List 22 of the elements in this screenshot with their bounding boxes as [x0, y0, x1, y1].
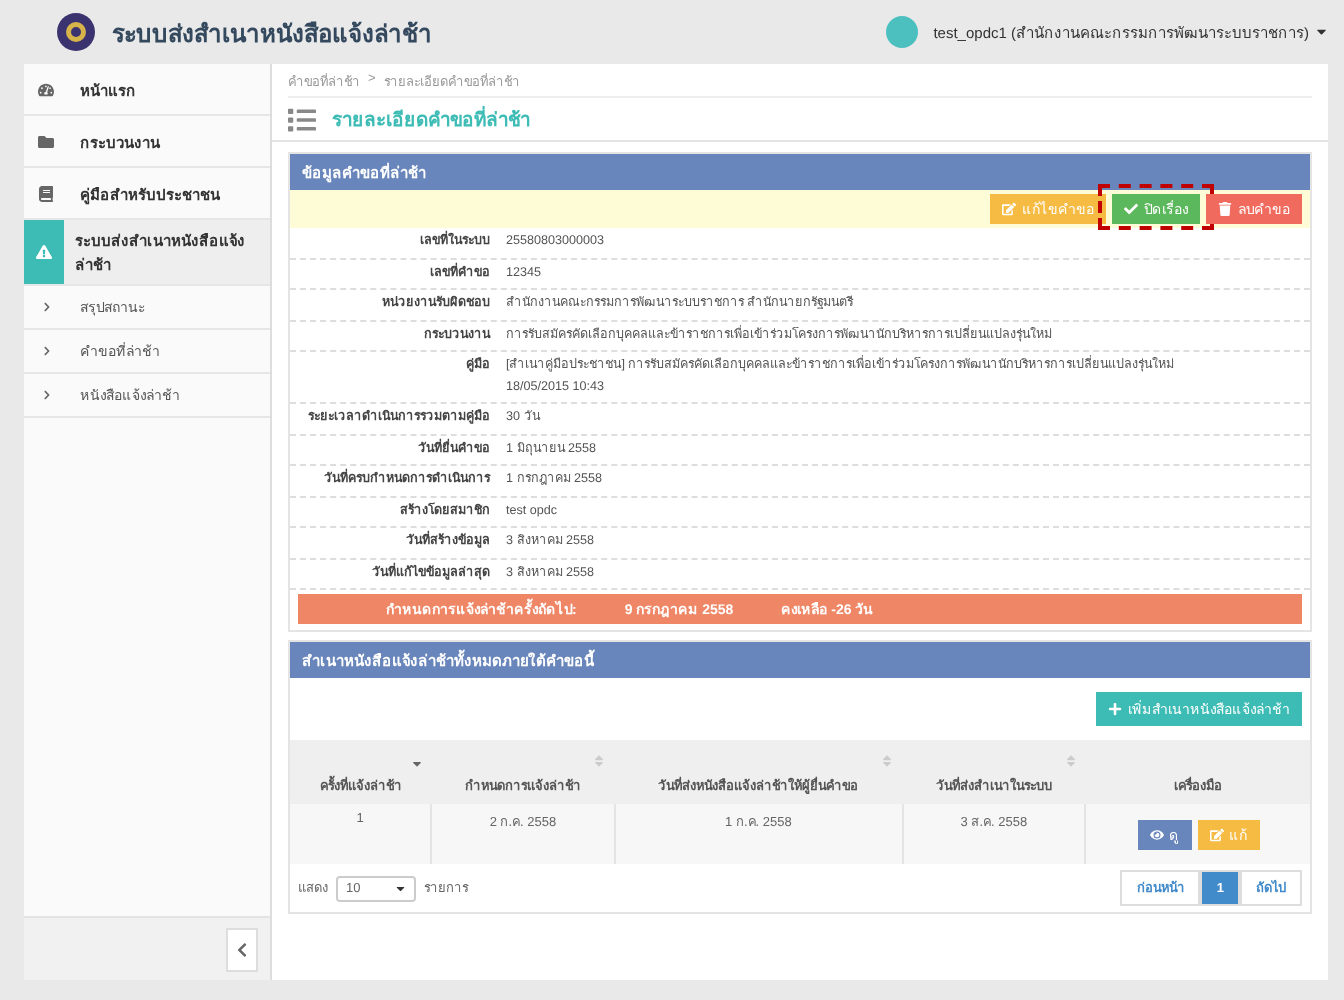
- avatar-icon: [885, 16, 918, 48]
- page-title: รายละเอียดคำขอที่ล่าช้า: [332, 104, 530, 134]
- book-icon: [38, 185, 54, 201]
- chevron-icon: [41, 346, 51, 356]
- chevron-icon: [234, 941, 250, 957]
- list-icon: [288, 105, 316, 133]
- collapse-button[interactable]: [226, 927, 258, 971]
- check-icon: [1124, 202, 1138, 216]
- warning-icon: [35, 244, 52, 260]
- app-title: ระบบส่งสำเนาหนังสือแจ้งล่าช้า: [112, 17, 434, 51]
- edit-icon: [1209, 827, 1224, 841]
- trash-icon: [1218, 202, 1232, 216]
- chevron-icon: [41, 302, 51, 312]
- emblem-logo: [56, 12, 96, 52]
- caret-icon: [1313, 24, 1328, 40]
- chevron-icon: [41, 390, 51, 400]
- dashboard-icon: [38, 81, 54, 97]
- eye-icon: [1149, 827, 1164, 841]
- folder-icon: [38, 133, 54, 149]
- plus-icon: [1108, 702, 1122, 716]
- caret-icon: [393, 881, 406, 895]
- edit-icon: [1002, 202, 1016, 216]
